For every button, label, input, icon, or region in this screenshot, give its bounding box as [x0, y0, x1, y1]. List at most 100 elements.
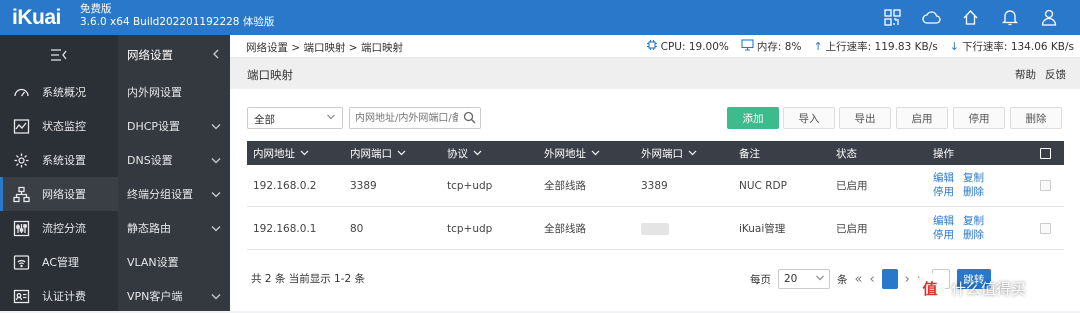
sidebar-item-auth[interactable]: 认证计费 [0, 279, 118, 313]
chevron-down-icon [300, 147, 309, 159]
copy-link[interactable]: 复制 [963, 215, 984, 228]
feedback-link[interactable]: 反馈 [1045, 67, 1066, 82]
memory-stat: 内存: 8% [741, 39, 801, 54]
subnav-item-terminal-group[interactable]: 终端分组设置 [118, 177, 230, 211]
subnav-item-label: VLAN设置 [127, 256, 179, 269]
subnav-item-dns[interactable]: DNS设置 [118, 143, 230, 177]
sidebar-item-monitor[interactable]: 状态监控 [0, 109, 118, 143]
cell-lan-port: 3389 [350, 179, 377, 192]
edition-label: 免费版 [80, 3, 112, 15]
redacted-value [641, 222, 669, 235]
cpu-stat: CPU: 19.00% [646, 39, 729, 54]
cell-note: NUC RDP [739, 179, 787, 192]
col-header-lan-port[interactable]: 内网端口 [350, 141, 406, 165]
sidebar-item-network[interactable]: 网络设置 [0, 177, 118, 211]
user-icon[interactable] [1039, 8, 1058, 27]
checkbox[interactable] [1040, 223, 1051, 234]
home-icon[interactable] [961, 8, 980, 27]
disable-button[interactable]: 停用 [953, 107, 1005, 129]
menu-collapse-icon[interactable] [0, 35, 118, 75]
disable-link[interactable]: 停用 [933, 229, 954, 242]
row-checkbox[interactable] [1040, 208, 1051, 249]
col-header-protocol[interactable]: 协议 [447, 141, 482, 165]
sidebar-item-label: AC管理 [42, 256, 80, 269]
filter-select[interactable]: 全部 [247, 107, 343, 129]
per-page-select[interactable]: 20 [778, 269, 830, 289]
row-checkbox[interactable] [1040, 165, 1051, 206]
current-page[interactable] [881, 269, 898, 289]
subnav-item-label: 内外网设置 [127, 86, 182, 99]
network-icon [12, 185, 30, 203]
cell-note: iKuai管理 [739, 223, 786, 235]
col-header-wan-addr[interactable]: 外网地址 [544, 141, 600, 165]
cell-lan-ip: 192.168.0.2 [253, 179, 317, 192]
delete-button[interactable]: 删除 [1010, 107, 1062, 129]
chevron-left-icon[interactable] [212, 48, 220, 62]
disable-link[interactable]: 停用 [933, 186, 954, 199]
ikuai-logo: iKuai [12, 6, 61, 29]
breadcrumb-bar: 网络设置 > 端口映射 > 端口映射 CPU: 19.00% 内存: 8% ↑ … [230, 35, 1080, 58]
per-page-label: 每页 [750, 273, 771, 286]
sidebar-item-system[interactable]: 系统设置 [0, 143, 118, 177]
chevron-down-icon [210, 290, 222, 302]
sidebar-item-label: 网络设置 [42, 188, 86, 201]
delete-link[interactable]: 删除 [963, 186, 984, 199]
gear-icon [12, 151, 30, 169]
next-page-icon[interactable]: › [905, 272, 910, 287]
chevron-down-icon [591, 147, 600, 159]
delete-link[interactable]: 删除 [963, 229, 984, 242]
subnav-item-vpn-client[interactable]: VPN客户端 [118, 279, 230, 313]
checkbox[interactable] [1040, 147, 1051, 159]
cpu-icon [646, 39, 658, 54]
chevron-down-icon [815, 273, 825, 286]
sidebar-item-label: 状态监控 [42, 120, 86, 133]
upload-stat: ↑ 上行速率: 119.83 KB/s [813, 40, 938, 53]
monitor-icon [12, 117, 30, 135]
chevron-down-icon [326, 112, 336, 125]
system-stats: CPU: 19.00% 内存: 8% ↑ 上行速率: 119.83 KB/s ↓… [646, 39, 1074, 54]
subnav-item-label: DHCP设置 [127, 120, 181, 133]
sidebar-item-flow[interactable]: 流控分流 [0, 211, 118, 245]
sidebar-item-label: 流控分流 [42, 222, 86, 235]
edit-link[interactable]: 编辑 [933, 215, 954, 228]
cloud-icon[interactable] [922, 8, 941, 27]
subnav-title: 网络设置 [127, 48, 173, 62]
col-header-lan-ip[interactable]: 内网地址 [253, 141, 309, 165]
col-header-status: 状态 [836, 147, 857, 160]
sidebar-item-overview[interactable]: 系统概况 [0, 75, 118, 109]
status-badge: 已启用 [836, 223, 868, 235]
import-button[interactable]: 导入 [783, 107, 835, 129]
col-header-wan-port[interactable]: 外网端口 [641, 141, 697, 165]
copy-link[interactable]: 复制 [963, 172, 984, 185]
chevron-down-icon [210, 120, 222, 132]
watermark: 值 什么值得买 [915, 270, 1075, 306]
ac-icon [12, 253, 30, 271]
download-stat: ↓ 下行速率: 134.06 KB/s [949, 40, 1074, 53]
sliders-icon [12, 219, 30, 237]
search-icon[interactable] [463, 111, 476, 127]
subnav-item-label: VPN客户端 [127, 290, 183, 303]
search-input[interactable] [350, 108, 458, 128]
first-page-icon[interactable]: « [855, 272, 863, 287]
export-button[interactable]: 导出 [839, 107, 891, 129]
subnav-item-static-route[interactable]: 静态路由 [118, 211, 230, 245]
qr-code-icon[interactable] [883, 8, 902, 27]
cell-ops: 编辑 复制 停用 删除 [933, 208, 1013, 249]
page-title-bar: 端口映射 帮助 反馈 [230, 58, 1080, 89]
edit-link[interactable]: 编辑 [933, 172, 954, 185]
bell-icon[interactable] [1000, 8, 1019, 27]
arrow-down-icon: ↓ [949, 40, 959, 53]
checkbox[interactable] [1040, 180, 1051, 191]
enable-button[interactable]: 启用 [896, 107, 948, 129]
add-button[interactable]: 添加 [727, 107, 779, 129]
help-link[interactable]: 帮助 [1015, 67, 1036, 82]
subnav-item-dhcp[interactable]: DHCP设置 [118, 109, 230, 143]
sidebar-item-ac[interactable]: AC管理 [0, 245, 118, 279]
subnav-item-vlan[interactable]: VLAN设置 [118, 245, 230, 279]
chevron-down-icon [688, 147, 697, 159]
prev-page-icon[interactable]: ‹ [869, 272, 874, 287]
select-all-checkbox[interactable] [1040, 141, 1051, 165]
top-bar: iKuai 免费版 3.6.0 x64 Build202201192228 体验… [0, 0, 1080, 35]
subnav-item-lan-wan[interactable]: 内外网设置 [118, 75, 230, 109]
chevron-down-icon [210, 154, 222, 166]
